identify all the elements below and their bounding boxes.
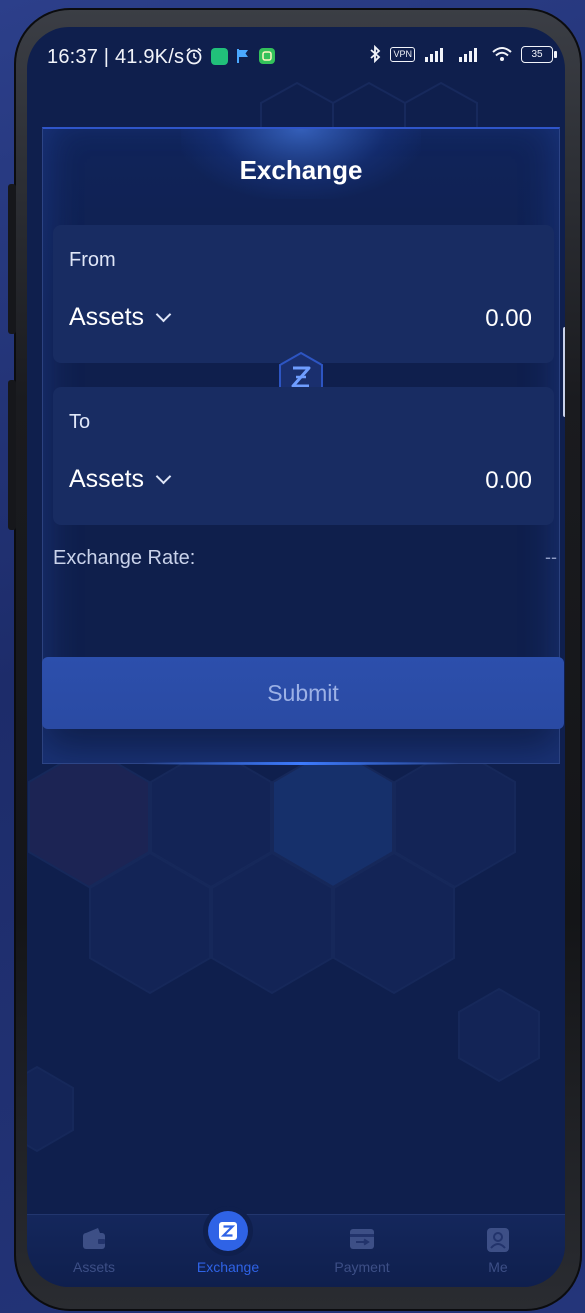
- volume-button: [8, 184, 16, 334]
- app-shield-icon: [211, 47, 228, 65]
- person-icon: [487, 1228, 509, 1252]
- to-label: To: [69, 411, 91, 433]
- to-asset-select[interactable]: Assets: [69, 465, 172, 494]
- card-bottom-glow: [143, 762, 459, 765]
- signal-icon-2: [459, 48, 477, 62]
- tab-assets[interactable]: Assets: [27, 1215, 161, 1287]
- status-bar: 16:37 | 41.9K/s VPN 35: [27, 27, 565, 91]
- from-asset-value: Assets: [69, 303, 145, 331]
- from-label: From: [69, 249, 116, 271]
- submit-button[interactable]: Submit: [42, 657, 564, 729]
- system-status-icons: VPN 35: [368, 45, 557, 63]
- phone-screen: 16:37 | 41.9K/s VPN 35 Exchange From Ass…: [27, 27, 565, 1287]
- page-title: Exchange: [239, 155, 363, 185]
- vpn-icon: VPN: [390, 46, 415, 62]
- signal-icon: [425, 48, 443, 62]
- battery-icon: 35: [521, 45, 557, 63]
- from-asset-select[interactable]: Assets: [69, 303, 172, 332]
- alarm-icon: [186, 47, 202, 65]
- to-panel: To Assets 0.00: [53, 387, 554, 525]
- notification-icons: [185, 47, 276, 65]
- from-panel: From Assets 0.00: [53, 225, 554, 363]
- tab-me[interactable]: Me: [431, 1215, 565, 1287]
- to-asset-value: Assets: [69, 465, 145, 493]
- exchange-logo-icon: [203, 1206, 253, 1256]
- android-app-icon: [259, 48, 275, 64]
- power-button: [8, 380, 16, 530]
- from-amount-input[interactable]: 0.00: [485, 305, 532, 333]
- tab-payment-label: Payment: [334, 1259, 390, 1275]
- status-time: 16:37 | 41.9K/s: [47, 46, 185, 68]
- exchange-card: Exchange From Assets 0.00 To Assets 0.00…: [42, 127, 564, 765]
- bottom-tab-bar: Assets Exchange Payment Me: [27, 1206, 565, 1287]
- wallet-icon: [83, 1228, 105, 1249]
- flag-icon: [237, 49, 248, 63]
- scrollbar[interactable]: [563, 327, 565, 417]
- bluetooth-icon: [370, 45, 381, 63]
- exchange-rate-label: Exchange Rate:: [53, 547, 196, 569]
- tab-exchange[interactable]: Exchange: [161, 1206, 295, 1287]
- to-amount-input[interactable]: 0.00: [485, 467, 532, 495]
- tab-exchange-label: Exchange: [196, 1259, 260, 1275]
- chevron-down-icon: [155, 468, 172, 485]
- tab-payment[interactable]: Payment: [295, 1215, 429, 1287]
- exchange-rate-value: --: [545, 547, 557, 567]
- tab-assets-label: Assets: [72, 1259, 115, 1275]
- payment-icon: [350, 1229, 374, 1249]
- chevron-down-icon: [155, 306, 172, 323]
- tab-me-label: Me: [488, 1259, 508, 1275]
- wifi-icon: [492, 47, 512, 61]
